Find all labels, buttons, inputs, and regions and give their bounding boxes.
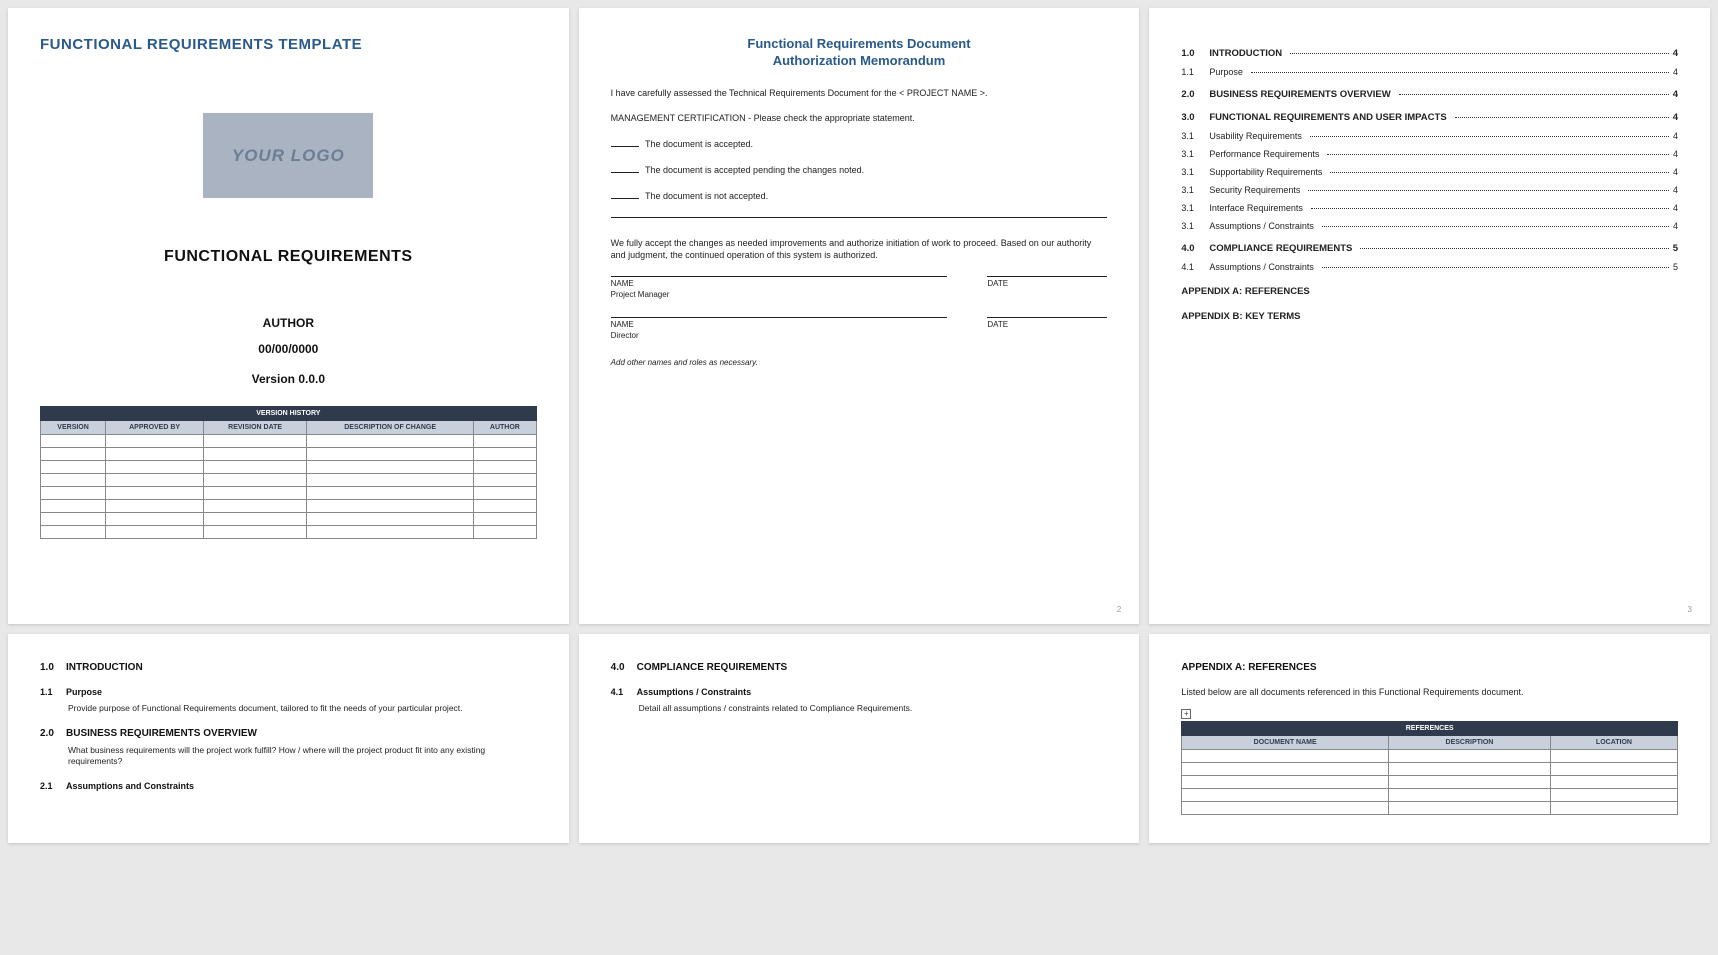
page-number: 3 xyxy=(1688,605,1692,614)
vh-title: VERSION HISTORY xyxy=(41,407,537,421)
toc-row: 3.1Performance Requirements4 xyxy=(1181,149,1678,159)
page-1-cover: FUNCTIONAL REQUIREMENTS TEMPLATE YOUR LO… xyxy=(8,8,569,624)
table-row xyxy=(41,487,537,500)
logo-placeholder: YOUR LOGO xyxy=(203,113,373,198)
ref-title: REFERENCES xyxy=(1182,722,1678,736)
toc-row: 3.0FUNCTIONAL REQUIREMENTS AND USER IMPA… xyxy=(1181,112,1678,123)
option-2: The document is accepted pending the cha… xyxy=(611,165,1108,175)
mgmt-cert: MANAGEMENT CERTIFICATION - Please check … xyxy=(611,113,1108,125)
toc-row: 2.0BUSINESS REQUIREMENTS OVERVIEW4 xyxy=(1181,89,1678,100)
table-row xyxy=(41,461,537,474)
references-table: REFERENCES DOCUMENT NAME DESCRIPTION LOC… xyxy=(1181,721,1678,815)
section-4-1-heading: 4.1Assumptions / Constraints xyxy=(611,687,1108,697)
table-row xyxy=(41,500,537,513)
table-row xyxy=(1182,750,1678,763)
section-1-heading: 1.0INTRODUCTION xyxy=(40,662,537,673)
page-grid: FUNCTIONAL REQUIREMENTS TEMPLATE YOUR LO… xyxy=(8,8,1710,843)
divider xyxy=(611,217,1108,218)
section-2-heading: 2.0BUSINESS REQUIREMENTS OVERVIEW xyxy=(40,728,537,739)
table-row xyxy=(41,448,537,461)
signature-block-2: NAMEDirector DATE xyxy=(611,317,1108,340)
toc-row: 3.1Usability Requirements4 xyxy=(1181,131,1678,141)
document-title: FUNCTIONAL REQUIREMENTS xyxy=(40,248,537,266)
author-label: AUTHOR xyxy=(40,316,537,330)
toc-row: 3.1Interface Requirements4 xyxy=(1181,203,1678,213)
signature-block-1: NAMEProject Manager DATE xyxy=(611,276,1108,299)
section-1-1-heading: 1.1Purpose xyxy=(40,687,537,697)
page-number: 2 xyxy=(1117,605,1121,614)
section-1-1-body: Provide purpose of Functional Requiremen… xyxy=(68,703,537,714)
appendix-a-heading: APPENDIX A: REFERENCES xyxy=(1181,662,1678,673)
toc-row: 4.0COMPLIANCE REQUIREMENTS5 xyxy=(1181,243,1678,254)
toc-row: 3.1Security Requirements4 xyxy=(1181,185,1678,195)
toc-row: 1.1Purpose4 xyxy=(1181,67,1678,77)
table-row xyxy=(41,435,537,448)
references-note: Listed below are all documents reference… xyxy=(1181,687,1678,697)
toc-row: 3.1Supportability Requirements4 xyxy=(1181,167,1678,177)
section-4-heading: 4.0COMPLIANCE REQUIREMENTS xyxy=(611,662,1108,673)
toc-row: 3.1Assumptions / Constraints4 xyxy=(1181,221,1678,231)
page-2-memo: Functional Requirements Document Authori… xyxy=(579,8,1140,624)
toc-row: 4.1Assumptions / Constraints5 xyxy=(1181,262,1678,272)
memo-title: Functional Requirements Document Authori… xyxy=(611,36,1108,70)
version-history-table: VERSION HISTORY VERSION APPROVED BY REVI… xyxy=(40,406,537,539)
section-2-1-heading: 2.1Assumptions and Constraints xyxy=(40,781,537,791)
table-row xyxy=(1182,763,1678,776)
toc-row: 1.0INTRODUCTION4 xyxy=(1181,48,1678,59)
version-label: Version 0.0.0 xyxy=(40,372,537,386)
table-row xyxy=(41,513,537,526)
ref-header-row: DOCUMENT NAME DESCRIPTION LOCATION xyxy=(1182,736,1678,750)
table-row xyxy=(1182,776,1678,789)
page-6-references: APPENDIX A: REFERENCES Listed below are … xyxy=(1149,634,1710,843)
page-5-compliance: 4.0COMPLIANCE REQUIREMENTS 4.1Assumption… xyxy=(579,634,1140,843)
option-1: The document is accepted. xyxy=(611,139,1108,149)
table-row xyxy=(41,474,537,487)
memo-intro: I have carefully assessed the Technical … xyxy=(611,88,1108,100)
template-title: FUNCTIONAL REQUIREMENTS TEMPLATE xyxy=(40,36,537,53)
add-names-note: Add other names and roles as necessary. xyxy=(611,358,1108,367)
date-label: 00/00/0000 xyxy=(40,342,537,356)
appendix-b: APPENDIX B: KEY TERMS xyxy=(1181,311,1678,322)
page-4-intro: 1.0INTRODUCTION 1.1Purpose Provide purpo… xyxy=(8,634,569,843)
table-row xyxy=(1182,802,1678,815)
expand-icon[interactable]: + xyxy=(1181,709,1191,719)
option-3: The document is not accepted. xyxy=(611,191,1108,201)
section-2-body: What business requirements will the proj… xyxy=(68,745,537,767)
table-row xyxy=(1182,789,1678,802)
vh-header-row: VERSION APPROVED BY REVISION DATE DESCRI… xyxy=(41,421,537,435)
table-row xyxy=(41,526,537,539)
appendix-a: APPENDIX A: REFERENCES xyxy=(1181,286,1678,297)
section-4-1-body: Detail all assumptions / constraints rel… xyxy=(639,703,1108,714)
accept-text: We fully accept the changes as needed im… xyxy=(611,238,1108,261)
page-3-toc: 1.0INTRODUCTION4 1.1Purpose4 2.0BUSINESS R… xyxy=(1149,8,1710,624)
